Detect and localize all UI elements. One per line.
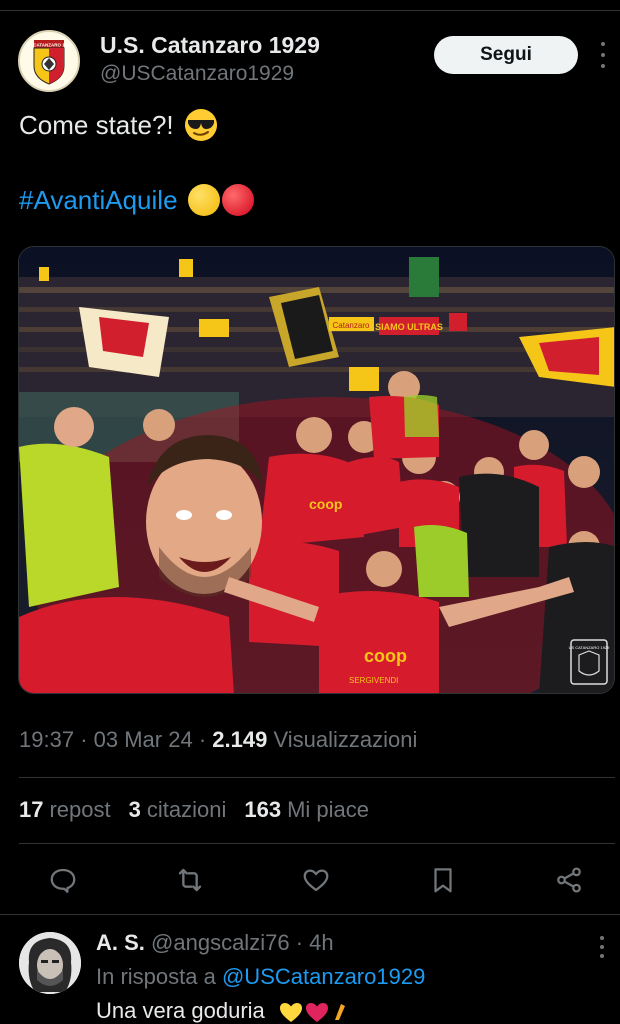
reply-icon — [50, 868, 76, 893]
reply-context-mention[interactable]: @USCatanzaro1929 — [222, 964, 425, 989]
author-display-name[interactable]: U.S. Catanzaro 1929 — [100, 32, 320, 59]
reply-header: A. S. @angscalzi76 · 4h — [96, 930, 334, 956]
top-divider — [0, 10, 620, 11]
likes-stat[interactable]: 163 Mi piace — [244, 797, 369, 823]
hearts-emoji-icon — [279, 1003, 345, 1023]
team-selfie-image: SIAMO ULTRAS Catanzaro coop coop SERGIVE… — [19, 247, 614, 693]
author-handle[interactable]: @USCatanzaro1929 — [100, 62, 294, 86]
like-button[interactable] — [298, 862, 334, 898]
shirt-sponsor-1: coop — [309, 496, 342, 512]
meta-separator-1: · — [80, 727, 88, 752]
share-button[interactable] — [551, 862, 587, 898]
tweet-time[interactable]: 19:37 — [19, 727, 74, 752]
tweet-stats: 17 repost 3 citazioni 163 Mi piace — [19, 797, 369, 823]
divider — [0, 914, 620, 915]
tweet-header: US CATANZARO 1929 U.S. Catanzaro 1929 @U… — [18, 30, 608, 94]
quotes-count: 3 — [128, 797, 141, 822]
tweet-date[interactable]: 03 Mar 24 — [94, 727, 193, 752]
red-circle-emoji-icon — [221, 184, 254, 216]
reply-button[interactable] — [45, 862, 81, 898]
tweet-text: Come state?! — [19, 108, 218, 142]
divider — [19, 843, 615, 844]
banner-siamo-ultras: SIAMO ULTRAS — [375, 322, 443, 332]
repost-icon — [178, 868, 202, 892]
likes-count: 163 — [244, 797, 282, 822]
yellow-circle-emoji-icon — [187, 184, 220, 216]
reposts-label: repost — [49, 797, 111, 822]
reply-author-handle[interactable]: @angscalzi76 — [151, 930, 290, 955]
reply-author-name[interactable]: A. S. — [96, 930, 145, 955]
quotes-label: citazioni — [146, 797, 227, 822]
reply-context: In risposta a @USCatanzaro1929 — [96, 964, 425, 990]
reply-avatar-image — [19, 932, 81, 994]
sunglasses-face-emoji-icon — [184, 109, 217, 141]
catanzaro-crest-icon: US CATANZARO 1929 — [26, 40, 73, 85]
shirt-sponsor-3: SERGIVENDI — [349, 676, 398, 685]
more-options-icon[interactable] — [596, 42, 610, 68]
hashtag-link[interactable]: #AvantiAquile — [19, 185, 178, 216]
action-bar — [0, 858, 620, 904]
follow-button[interactable]: Segui — [434, 36, 578, 74]
banner-catanzaro: Catanzaro — [333, 321, 370, 330]
repost-button[interactable] — [172, 862, 208, 898]
reply-context-prefix: In risposta a — [96, 964, 216, 989]
reply-more-options-icon[interactable] — [596, 936, 608, 958]
reply-author-avatar[interactable] — [19, 932, 81, 994]
reposts-stat[interactable]: 17 repost — [19, 797, 111, 823]
meta-separator-2: · — [198, 727, 207, 752]
reply-text-body: Una vera goduria — [96, 998, 265, 1023]
bookmark-icon — [434, 868, 452, 893]
quotes-stat[interactable]: 3 citazioni — [129, 797, 227, 823]
heart-icon — [303, 869, 329, 892]
reposts-count: 17 — [19, 797, 44, 822]
crest-text: US CATANZARO 1929 — [26, 43, 73, 48]
hashtag-line: #AvantiAquile — [19, 184, 254, 216]
divider — [19, 777, 615, 778]
likes-label: Mi piace — [287, 797, 370, 822]
tweet-text-body: Come state?! — [19, 109, 174, 140]
views-count: 2.149 — [212, 727, 268, 752]
share-icon — [557, 867, 581, 893]
reply-time[interactable]: 4h — [309, 930, 333, 955]
shirt-sponsor-2: coop — [364, 646, 407, 666]
bookmark-button[interactable] — [425, 862, 461, 898]
tweet-photo[interactable]: SIAMO ULTRAS Catanzaro coop coop SERGIVE… — [18, 246, 615, 694]
photo-watermark-text: US CATANZARO 1929 — [569, 645, 611, 650]
reply-separator: · — [295, 930, 304, 955]
views-label: Visualizzazioni — [273, 727, 418, 752]
reply-text: Una vera goduria — [96, 998, 349, 1024]
tweet-meta: 19:37 · 03 Mar 24 · 2.149 Visualizzazion… — [19, 727, 417, 753]
author-avatar[interactable]: US CATANZARO 1929 — [18, 30, 80, 92]
